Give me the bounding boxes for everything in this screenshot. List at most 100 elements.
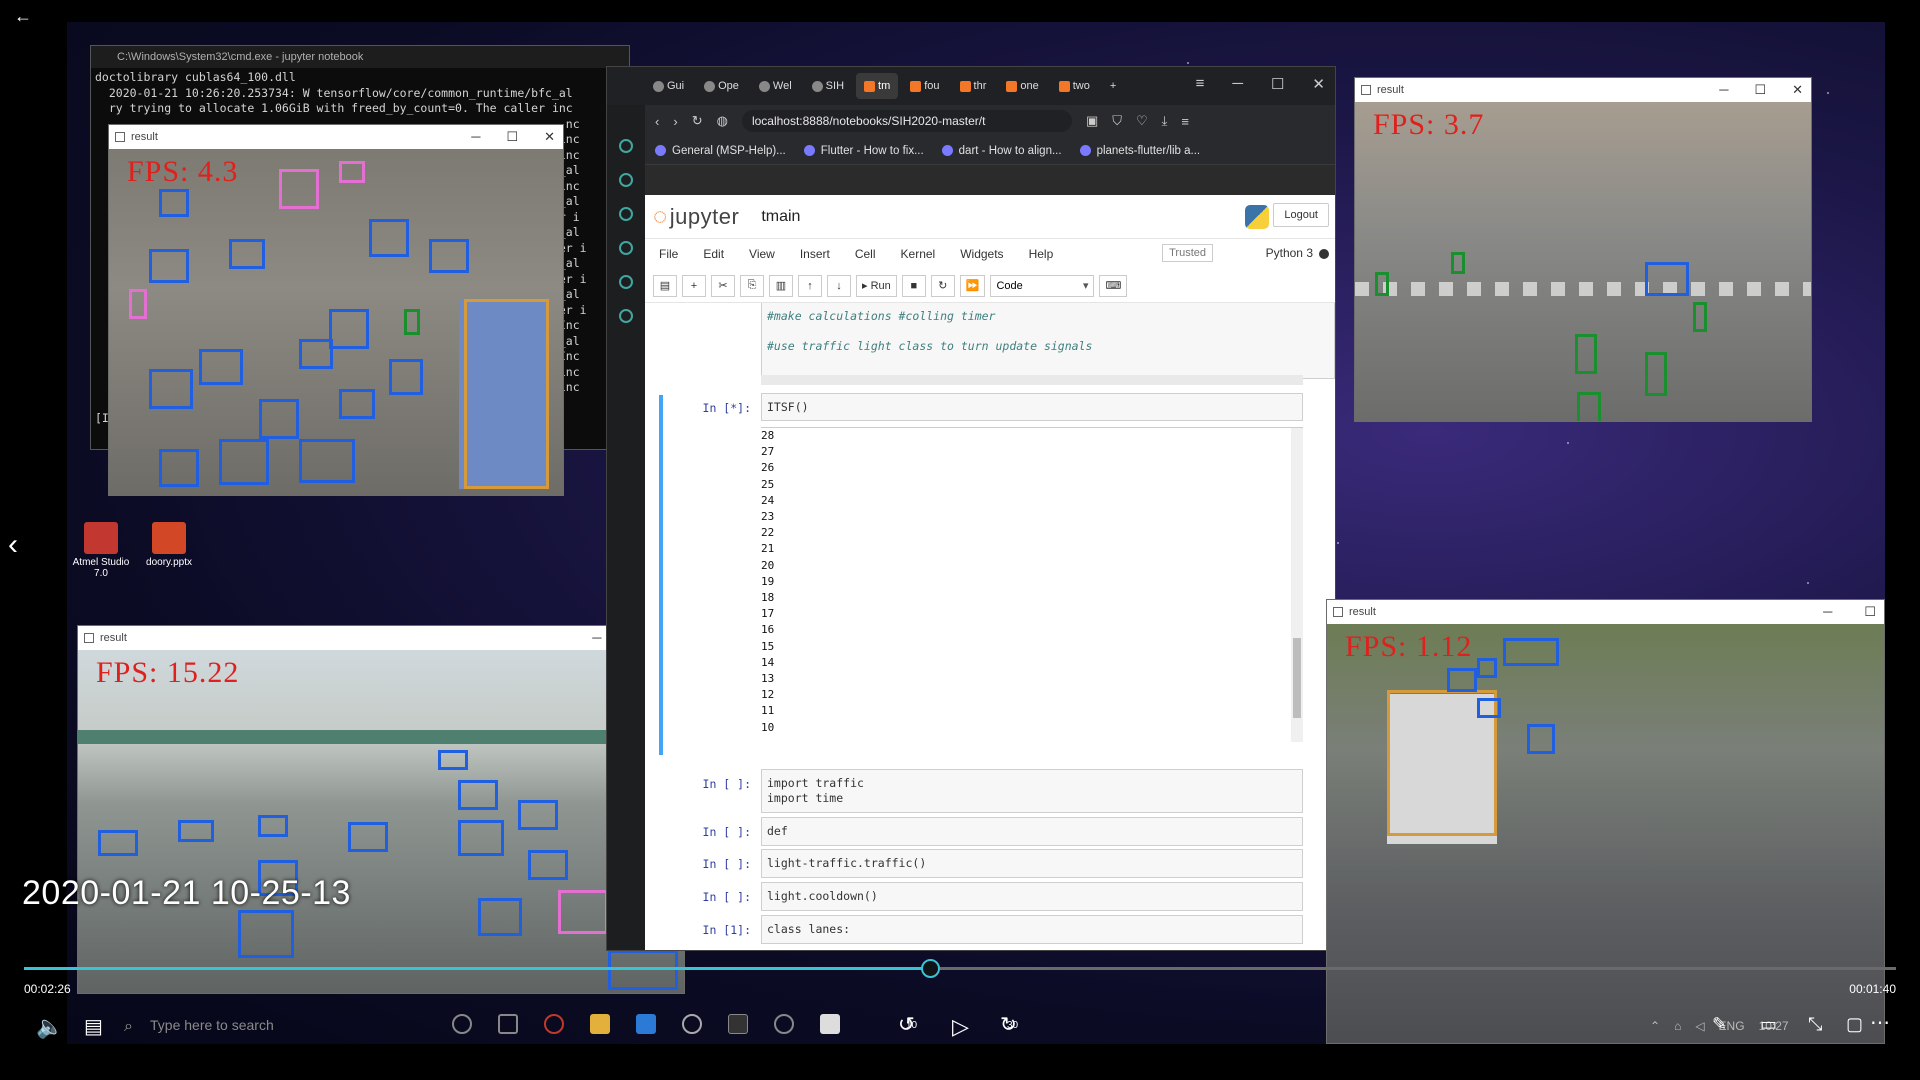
cut-icon[interactable]: ✂ [711,274,735,297]
seek-bar[interactable] [24,959,1896,978]
extension-icon[interactable] [619,309,633,323]
menu-insert[interactable]: Insert [800,247,830,261]
url-field[interactable]: localhost:8888/notebooks/SIH2020-master/… [741,110,1072,132]
skip-forward-button[interactable]: ↻ 30 [1000,1012,1018,1037]
seek-bar-thumb[interactable] [921,959,941,978]
menu-icon[interactable]: ≡ [1181,114,1189,129]
trusted-indicator[interactable]: Trusted [1162,244,1213,262]
minimize-icon[interactable]: ─ [592,630,601,646]
result-window-bottom-left[interactable]: result ─☐✕ FPS: 15.22 [77,625,685,994]
menu-kernel[interactable]: Kernel [901,247,936,261]
menu-cell[interactable]: Cell [855,247,876,261]
browser-tab[interactable]: Gui [645,73,692,99]
settings-icon[interactable] [619,275,633,289]
maximize-icon[interactable]: ☐ [1271,75,1284,93]
cell-type-select[interactable]: Code [990,274,1095,297]
result-window-top-left[interactable]: result ─ ☐ ✕ FPS: 4.3 [108,124,564,496]
pen-icon[interactable]: ✎ [1712,1014,1727,1035]
messenger-icon[interactable] [619,139,633,153]
menu-help[interactable]: Help [1029,247,1054,261]
code-cell-top[interactable]: #make calculations #colling timer #use t… [761,303,1335,379]
browser-tab[interactable]: tm [856,73,899,99]
heart-icon[interactable]: ♡ [1136,113,1148,129]
browser-tab[interactable]: thr [952,73,995,99]
code-cell[interactable]: def [761,817,1303,846]
camera-icon[interactable]: ▣ [1086,113,1098,129]
search-icon[interactable] [619,207,633,221]
menu-view[interactable]: View [749,247,775,261]
volume-icon[interactable]: 🔈 [36,1014,63,1040]
add-cell-icon[interactable]: + [682,274,706,297]
result-window-top-right[interactable]: result ─ ☐ ✕ FPS: 3.7 [1354,77,1812,422]
box-icon[interactable] [619,241,633,255]
keyboard-icon[interactable]: ⌨ [1099,274,1128,297]
browser-tab[interactable]: one [998,73,1046,99]
browser-tab[interactable]: Wel [751,73,800,99]
tab-search-icon[interactable]: ≡ [1196,75,1205,93]
more-options-icon[interactable]: ⋯ [1870,1010,1890,1035]
code-cell[interactable]: light.cooldown() [761,882,1303,911]
horizontal-scrollbar[interactable] [761,375,1303,385]
subtitles-icon[interactable]: ▤ [84,1014,103,1039]
stop-icon[interactable]: ■ [901,274,926,297]
cast-icon[interactable]: ▭ [1760,1014,1777,1035]
new-tab-button[interactable]: + [1102,73,1124,99]
code-cell[interactable]: light-traffic.traffic() [761,849,1303,878]
mini-view-icon[interactable]: ▢ [1846,1014,1863,1035]
result-window-bottom-right[interactable]: result ─ ☐ FPS: 1.12 [1326,599,1885,1044]
skip-back-button[interactable]: ↺ 10 [898,1012,917,1037]
browser-tab[interactable]: fou [902,73,947,99]
restart-icon[interactable]: ↻ [930,274,955,297]
output-line: 19 [761,574,775,588]
whatsapp-icon[interactable] [619,173,633,187]
bookmark-item[interactable]: dart - How to align... [941,145,1062,157]
browser-window[interactable]: Gui Ope Wel SIH tm fou thr one two + ≡ ─ ☐ ✕ ‹ › ↻ ◍… [606,66,1336,951]
close-icon[interactable]: ✕ [544,129,555,145]
running-code-cell[interactable]: ITSF() [761,393,1303,421]
exit-fullscreen-icon[interactable]: ⤡ [1808,1014,1822,1035]
notebook-name[interactable]: tmain [761,208,800,226]
minimize-icon[interactable]: ─ [1232,75,1243,93]
output-scrollbar[interactable] [1291,428,1303,742]
menu-widgets[interactable]: Widgets [960,247,1003,261]
previous-arrow-icon[interactable]: ‹ [8,528,18,562]
reload-icon[interactable]: ↻ [692,113,703,129]
browser-tab[interactable]: Ope [696,73,747,99]
back-icon[interactable]: ‹ [655,114,659,129]
copy-icon[interactable]: ⎘ [740,274,764,297]
minimize-icon[interactable]: ─ [1823,604,1832,620]
code-cell[interactable]: class lanes: [761,915,1303,944]
maximize-icon[interactable]: ☐ [1754,82,1766,98]
paste-icon[interactable]: ▥ [769,274,793,297]
output-scrollbar-thumb[interactable] [1293,638,1301,718]
bookmark-item[interactable]: General (MSP-Help)... [655,145,786,157]
forward-icon[interactable]: › [673,114,677,129]
menu-file[interactable]: File [659,247,678,261]
desktop-icon-pptx[interactable]: doory.pptx [139,522,199,568]
cortana-icon [452,1014,472,1034]
maximize-icon[interactable]: ☐ [1864,604,1876,620]
move-down-icon[interactable]: ↓ [827,274,851,297]
browser-tab[interactable]: SIH [804,73,852,99]
download-icon[interactable]: ⤓ [1162,113,1168,129]
desktop-icon-atmel[interactable]: Atmel Studio 7.0 [71,522,131,579]
save-icon[interactable]: ▤ [653,274,677,297]
play-button[interactable]: ▷ [952,1014,969,1040]
close-icon[interactable]: ✕ [1792,82,1803,98]
code-cell[interactable]: import traffic import time [761,769,1303,813]
move-up-icon[interactable]: ↑ [798,274,822,297]
logout-button[interactable]: Logout [1273,203,1329,227]
browser-tab[interactable]: two [1051,73,1098,99]
minimize-icon[interactable]: ─ [471,129,480,145]
back-arrow-icon[interactable]: ← [14,6,32,27]
bookmark-item[interactable]: Flutter - How to fix... [803,145,924,157]
maximize-icon[interactable]: ☐ [506,129,518,145]
shield-icon[interactable]: ⛉ [1112,113,1122,129]
jupyter-logo[interactable]: ◌ jupyter [653,203,739,231]
minimize-icon[interactable]: ─ [1719,82,1728,98]
close-icon[interactable]: ✕ [1312,75,1325,93]
run-button[interactable]: ▸ Run [856,274,897,297]
menu-edit[interactable]: Edit [703,247,724,261]
bookmark-item[interactable]: planets-flutter/lib a... [1079,145,1200,157]
fast-forward-icon[interactable]: ⏩ [959,274,986,297]
